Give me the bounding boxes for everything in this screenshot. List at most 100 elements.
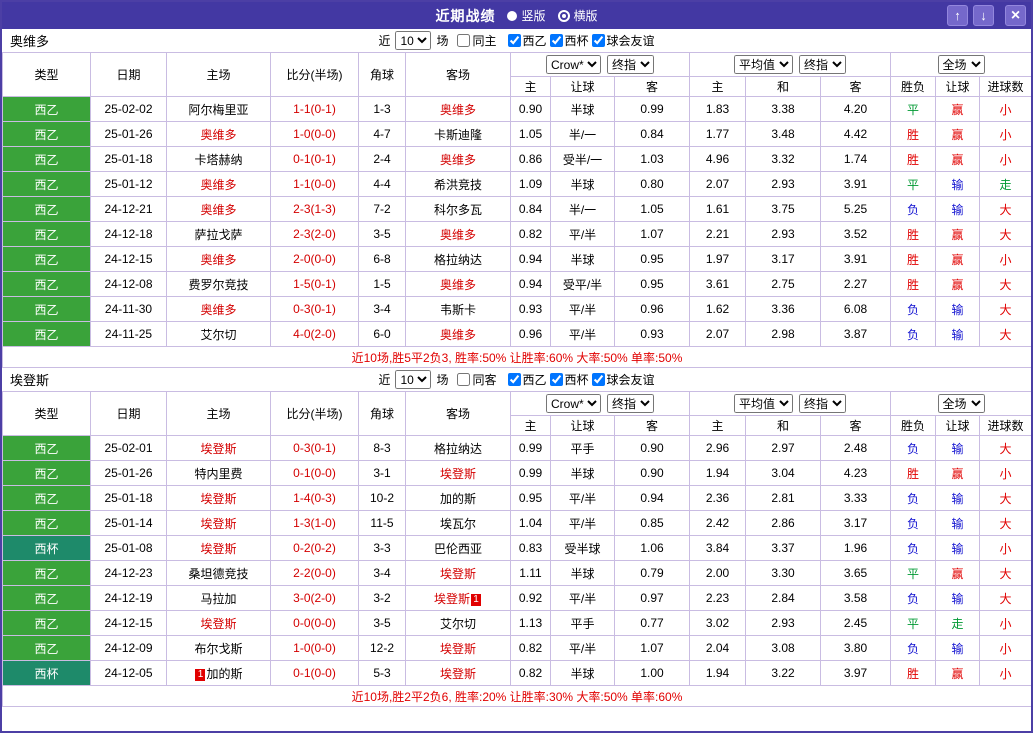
close-button[interactable]: × xyxy=(1005,5,1026,26)
avg-home: 2.07 xyxy=(689,321,747,347)
league-filter-1[interactable]: 西乙 xyxy=(507,371,547,388)
match-date: 25-01-18 xyxy=(90,485,167,511)
match-date: 24-11-25 xyxy=(90,321,167,347)
away-team: 埃登斯 xyxy=(405,635,511,661)
competition-badge: 西乙 xyxy=(2,146,91,172)
avg-away: 3.33 xyxy=(820,485,892,511)
odds-company-select[interactable]: Crow* xyxy=(546,55,601,74)
league-label: 球会友谊 xyxy=(606,373,655,387)
column-header: 主 xyxy=(689,76,747,97)
league-checkbox[interactable] xyxy=(507,373,521,386)
league-filter-0[interactable]: 西杯 xyxy=(549,32,589,49)
away-team: 奥维多 xyxy=(405,271,511,297)
league-label: 西杯 xyxy=(564,34,589,48)
league-checkbox[interactable] xyxy=(507,34,521,47)
column-header: 比分(半场) xyxy=(270,52,359,97)
competition-badge: 西杯 xyxy=(2,660,91,686)
same-venue-filter[interactable]: 同客 xyxy=(456,371,497,388)
odds-handicap: 半球 xyxy=(550,660,615,686)
corner-count: 3-3 xyxy=(358,535,406,561)
league-filter-1[interactable]: 球会友谊 xyxy=(591,371,655,388)
league-checkbox[interactable] xyxy=(591,373,605,386)
competition-badge: 西乙 xyxy=(2,560,91,586)
results-table: 类型 日期 主场 比分(半场) 角球 客场 Crow* 终指 平均值 终指 全场 主让球客主和… xyxy=(2,391,1031,707)
odds-handicap: 平手 xyxy=(550,610,615,636)
away-team-name: 希洪竞技 xyxy=(433,177,482,192)
scroll-up-button[interactable]: ↑ xyxy=(947,5,968,26)
league-filter-0[interactable]: 球会友谊 xyxy=(591,32,655,49)
corner-count: 3-4 xyxy=(358,296,406,322)
home-team-name: 埃登斯 xyxy=(200,491,237,506)
league-checkbox[interactable] xyxy=(591,34,605,47)
win-draw-loss-result: 平 xyxy=(890,610,937,636)
recent-count-select[interactable]: 10 xyxy=(395,370,432,389)
average-stage-select[interactable]: 终指 xyxy=(799,394,847,413)
league-filter-0[interactable]: 西乙 xyxy=(507,32,547,49)
avg-draw: 3.04 xyxy=(745,460,822,486)
avg-draw: 3.37 xyxy=(745,535,822,561)
layout-vertical-option[interactable]: 竖版 xyxy=(507,7,546,24)
match-score: 1-4(0-3) xyxy=(270,485,359,511)
competition-badge: 西乙 xyxy=(2,296,91,322)
odds-handicap: 半球 xyxy=(550,460,615,486)
column-header: 让球 xyxy=(935,76,981,97)
odds-home: 0.94 xyxy=(510,246,551,272)
match-date: 25-01-18 xyxy=(90,146,167,172)
away-team: 韦斯卡 xyxy=(405,296,511,322)
layout-horizontal-option[interactable]: 横版 xyxy=(557,7,598,24)
win-draw-loss-result: 负 xyxy=(890,485,937,511)
league-filter-1[interactable]: 西杯 xyxy=(549,371,589,388)
scroll-down-button[interactable]: ↓ xyxy=(973,5,994,26)
away-team: 埃瓦尔 xyxy=(405,510,511,536)
home-team: 阿尔梅里亚 xyxy=(166,96,271,122)
scope-select[interactable]: 全场 xyxy=(937,394,985,413)
average-stage-select[interactable]: 终指 xyxy=(799,55,847,74)
avg-away: 3.91 xyxy=(820,246,892,272)
home-team: 埃登斯 xyxy=(166,535,271,561)
same-venue-checkbox[interactable] xyxy=(457,373,471,386)
home-team-name: 桑坦德竞技 xyxy=(188,566,249,581)
home-team-name: 埃登斯 xyxy=(200,516,237,531)
recent-count-select[interactable]: 10 xyxy=(395,31,432,50)
league-checkbox[interactable] xyxy=(549,373,563,386)
away-team-name: 格拉纳达 xyxy=(433,252,482,267)
column-header: 类型 xyxy=(2,52,91,97)
column-header: 进球数 xyxy=(979,415,1031,436)
competition-badge: 西乙 xyxy=(2,271,91,297)
handicap-result: 走 xyxy=(935,610,981,636)
away-team-name: 埃瓦尔 xyxy=(439,516,476,531)
match-row: 西乙 25-01-18 埃登斯 1-4(0-3) 10-2 加的斯 0.95 平… xyxy=(2,485,1031,511)
avg-away: 3.91 xyxy=(820,171,892,197)
odds-handicap: 平/半 xyxy=(550,296,615,322)
avg-away: 4.20 xyxy=(820,96,892,122)
avg-away: 6.08 xyxy=(820,296,892,322)
column-header: 和 xyxy=(745,76,822,97)
odds-handicap: 半球 xyxy=(550,96,615,122)
scope-select[interactable]: 全场 xyxy=(937,55,985,74)
matches-label: 场 xyxy=(436,34,449,48)
win-draw-loss-result: 胜 xyxy=(890,221,937,247)
avg-draw: 2.93 xyxy=(745,171,822,197)
same-venue-checkbox[interactable] xyxy=(457,34,471,47)
same-venue-filter[interactable]: 同主 xyxy=(456,32,497,49)
league-checkbox[interactable] xyxy=(549,34,563,47)
average-select[interactable]: 平均值 xyxy=(734,55,794,74)
column-header: 和 xyxy=(745,415,822,436)
odds-home: 0.94 xyxy=(510,271,551,297)
away-team: 科尔多瓦 xyxy=(405,196,511,222)
home-team-name: 奥维多 xyxy=(200,127,237,142)
corner-count: 5-3 xyxy=(358,660,406,686)
section-controls: 奥维多 近 10 场 同主 西乙 西杯 球会友谊 xyxy=(2,29,1031,52)
away-team: 巴伦西亚 xyxy=(405,535,511,561)
odds-company-select[interactable]: Crow* xyxy=(546,394,601,413)
avg-draw: 3.22 xyxy=(745,660,822,686)
column-header: 主 xyxy=(510,415,551,436)
radio-selected-dot xyxy=(561,13,566,18)
odds-home: 0.90 xyxy=(510,96,551,122)
column-header: 主 xyxy=(510,76,551,97)
average-select[interactable]: 平均值 xyxy=(734,394,794,413)
odds-away: 0.84 xyxy=(613,121,691,147)
odds-stage-select[interactable]: 终指 xyxy=(607,55,654,74)
competition-badge: 西乙 xyxy=(2,96,91,122)
odds-stage-select[interactable]: 终指 xyxy=(607,394,654,413)
